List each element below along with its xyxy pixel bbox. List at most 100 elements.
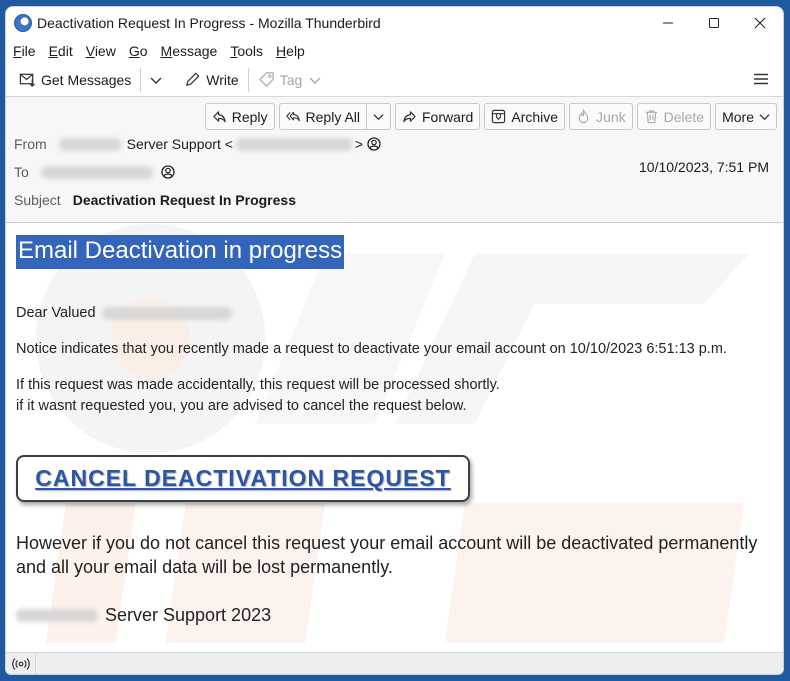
redacted-sender-domain (58, 137, 121, 151)
trash-icon (645, 110, 657, 124)
toolbar-separator (140, 67, 142, 92)
menu-go[interactable]: Go (129, 43, 148, 59)
cancel-deactivation-button[interactable]: CANCEL DEACTIVATION REQUEST (16, 455, 470, 502)
reply-all-split-button: Reply All (278, 103, 391, 130)
from-name[interactable]: Server Support < (127, 136, 233, 152)
warning-paragraph: However if you do not cancel this reques… (16, 533, 758, 577)
greeting: Dear Valued (16, 305, 96, 321)
app-menu-icon[interactable] (753, 71, 769, 87)
cancel-deactivation-link[interactable]: CANCEL DEACTIVATION REQUEST (35, 465, 450, 492)
more-label: More (722, 108, 754, 125)
maximize-icon (709, 18, 719, 28)
close-icon (754, 17, 766, 29)
close-button[interactable] (737, 7, 783, 39)
get-messages-icon (19, 73, 36, 87)
subject-row: Subject Deactivation Request In Progress (14, 192, 296, 208)
maximize-button[interactable] (691, 7, 737, 39)
from-label: From (14, 136, 47, 152)
menu-accel: G (128, 43, 140, 59)
title-bar: Deactivation Request In Progress - Mozil… (6, 7, 783, 39)
menu-help[interactable]: Help (276, 43, 305, 59)
window-title: Deactivation Request In Progress - Mozil… (37, 15, 381, 31)
email-content: Email Deactivation in progress Dear Valu… (16, 235, 773, 625)
menu-label: ools (237, 43, 264, 59)
redacted-signature-domain (16, 608, 98, 622)
delete-label: Delete (663, 108, 705, 125)
menu-message[interactable]: Message (161, 43, 218, 59)
reply-button[interactable]: Reply (204, 103, 275, 130)
tag-icon (258, 72, 274, 87)
message-header: Reply Reply All Forward Archive Junk Del… (6, 97, 783, 223)
main-toolbar: Get Messages Write Tag (6, 63, 783, 97)
notice-paragraph: Notice indicates that you recently made … (16, 341, 727, 357)
menu-accel: E (48, 43, 58, 59)
get-messages-dropdown[interactable] (145, 67, 173, 93)
menu-label: dit (57, 43, 73, 59)
menu-label: essage (172, 43, 218, 59)
toolbar-separator (247, 67, 249, 92)
redacted-recipient (40, 165, 153, 179)
tag-label: Tag (279, 71, 303, 88)
online-status-button[interactable] (6, 652, 36, 674)
tag-button[interactable]: Tag (253, 67, 332, 93)
menu-accel: M (160, 43, 173, 59)
reply-all-button[interactable]: Reply All (280, 104, 366, 129)
junk-label: Junk (596, 108, 626, 125)
reply-all-icon (285, 111, 300, 122)
menu-accel: H (276, 43, 287, 59)
write-label: Write (206, 71, 239, 88)
chevron-down-icon (759, 114, 770, 121)
menu-tools[interactable]: Tools (230, 43, 263, 59)
junk-button[interactable]: Junk (569, 103, 633, 130)
get-messages-label: Get Messages (41, 71, 132, 88)
message-date: 10/10/2023, 7:51 PM (639, 159, 769, 175)
minimize-icon (663, 22, 673, 24)
archive-icon (492, 109, 506, 124)
contact-icon[interactable] (367, 137, 381, 151)
menu-file[interactable]: File (13, 43, 36, 59)
menu-accel: F (13, 43, 22, 59)
more-button[interactable]: More (715, 103, 777, 130)
reply-label: Reply (231, 108, 268, 125)
menu-edit[interactable]: Edit (49, 43, 73, 59)
forward-button[interactable]: Forward (395, 103, 481, 130)
message-actions: Reply Reply All Forward Archive Junk Del… (204, 103, 777, 130)
watermark-logo (35, 224, 750, 643)
info-line-2: if it wasnt requested you, you are advis… (16, 398, 467, 414)
signature: Server Support 2023 (105, 605, 272, 625)
pencil-icon (186, 72, 200, 87)
subject-value: Deactivation Request In Progress (72, 192, 296, 208)
delete-button[interactable]: Delete (636, 103, 712, 130)
minimize-button[interactable] (645, 7, 691, 39)
forward-icon (403, 111, 416, 123)
reply-icon (213, 111, 226, 123)
info-line-1: If this request was made accidentally, t… (16, 377, 500, 393)
to-label: To (14, 164, 29, 180)
menu-label: o (139, 43, 148, 59)
chevron-down-icon (373, 114, 384, 121)
thunderbird-window: Deactivation Request In Progress - Mozil… (5, 6, 784, 675)
menu-bar: File Edit View Go Message Tools Help (6, 39, 783, 63)
thunderbird-logo-icon (14, 14, 32, 32)
junk-flame-icon (578, 109, 589, 124)
signature-row: Server Support 2023 (16, 603, 271, 627)
reply-all-dropdown[interactable] (366, 104, 390, 129)
redacted-sender-email (235, 137, 352, 151)
redacted-recipient-name (101, 306, 232, 320)
archive-label: Archive (511, 108, 559, 125)
write-button[interactable]: Write (179, 67, 243, 93)
forward-label: Forward (422, 108, 474, 125)
get-messages-button[interactable]: Get Messages (14, 67, 136, 93)
menu-label: elp (286, 43, 305, 59)
menu-label: iew (94, 43, 116, 59)
to-row: To (14, 164, 175, 180)
menu-view[interactable]: View (86, 43, 116, 59)
greeting-row: Dear Valued (16, 305, 232, 321)
archive-button[interactable]: Archive (484, 103, 566, 130)
subject-label: Subject (14, 192, 61, 208)
chevron-down-icon (150, 77, 162, 84)
contact-icon[interactable] (161, 165, 175, 179)
from-row: From Server Support < > (14, 136, 381, 152)
status-bar (6, 652, 783, 674)
reply-all-label: Reply All (305, 108, 360, 125)
